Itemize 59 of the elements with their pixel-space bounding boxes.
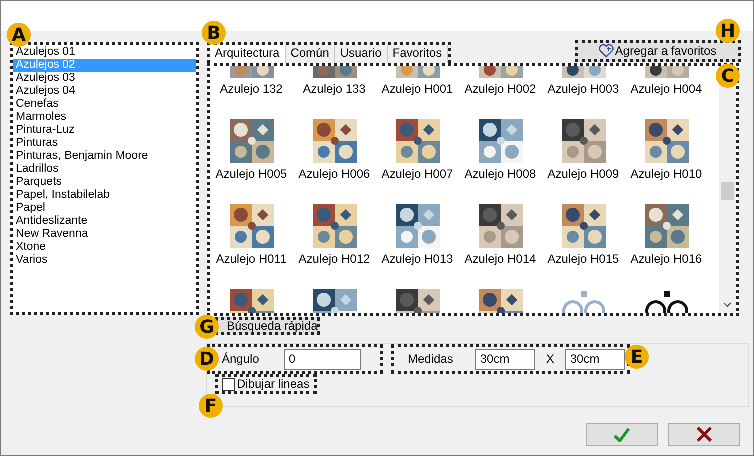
draw-lines-label: Dibujar lineas (237, 377, 310, 391)
tile-label: Azulejo H010 (630, 167, 702, 181)
angle-label: Ángulo (222, 352, 260, 366)
category-item[interactable]: Azulejos 04 (13, 85, 196, 98)
checkbox-box[interactable] (222, 378, 235, 390)
scroll-thumb[interactable] (721, 182, 734, 200)
tile-label: Azulejo H011 (216, 252, 287, 266)
tile-label: Azulejo H004 (630, 82, 702, 96)
tile-label: Azulejo H008 (464, 167, 536, 181)
close-icon (696, 427, 712, 442)
category-item[interactable]: Papel, Instabilelab (13, 189, 196, 202)
category-item[interactable]: Xtone (13, 241, 196, 254)
category-item[interactable]: Marmoles (13, 111, 196, 124)
tab[interactable]: Arquitectura (210, 45, 286, 63)
category-item[interactable]: Antideslizante (13, 215, 196, 228)
height-field[interactable]: 30cm (565, 348, 626, 370)
callout-badge: F (199, 394, 223, 418)
tab[interactable]: Común (286, 45, 336, 63)
callout-badge: G (195, 315, 219, 339)
category-item[interactable]: Azulejos 01 (13, 46, 196, 59)
tile-label: Azulejo H012 (298, 252, 370, 266)
angle-field[interactable]: 0 (284, 348, 361, 370)
tile-label: Azulejo 133 (303, 82, 366, 96)
tile-label: Azulejo H007 (382, 167, 454, 181)
heart-plus-icon (599, 44, 614, 58)
tile-label: Azulejo H001 (382, 82, 454, 96)
category-item[interactable]: Varios (13, 254, 196, 267)
ok-button[interactable] (586, 423, 658, 446)
tile-label: Azulejo H016 (630, 252, 702, 266)
tile-label: Azulejo H013 (382, 252, 454, 266)
tile-label: Azulejo H015 (548, 252, 620, 266)
category-item[interactable]: Pinturas, Benjamin Moore (13, 150, 196, 163)
size-label: Medidas (408, 352, 454, 366)
callout-badge: E (625, 345, 649, 369)
callout-badge: D (195, 347, 219, 371)
quick-search-tab[interactable]: Búsqueda rápida (215, 317, 320, 335)
tile-label: Azulejo H003 (548, 82, 620, 96)
scrollbar[interactable] (719, 66, 736, 313)
cancel-button[interactable] (668, 423, 740, 446)
category-item[interactable]: Pintura-Luz (13, 124, 196, 137)
scroll-down-icon (723, 302, 732, 308)
category-item[interactable]: Pinturas (13, 137, 196, 150)
tile-label: Azulejo 132 (220, 82, 283, 96)
category-item[interactable]: Azulejos 03 (13, 72, 196, 85)
draw-lines-checkbox[interactable]: Dibujar lineas (215, 374, 317, 394)
category-item[interactable]: Ladrillos (13, 163, 196, 176)
category-item[interactable]: Parquets (13, 176, 196, 189)
tile-label: Azulejo H005 (216, 167, 288, 181)
category-item[interactable]: New Ravenna (13, 228, 196, 241)
category-item[interactable]: Cenefas (13, 98, 196, 111)
tile-label: Azulejo H009 (548, 167, 620, 181)
tile-label: Azulejo H002 (464, 82, 536, 96)
times-label: X (546, 352, 554, 366)
category-item[interactable]: Papel (13, 202, 196, 215)
checkmark-icon (614, 428, 630, 442)
tile-label: Azulejo H014 (464, 252, 536, 266)
tile-label: Azulejo H006 (298, 167, 370, 181)
add-favorite-button[interactable]: Agregar a favoritos (575, 40, 741, 62)
width-field[interactable]: 30cm (475, 348, 536, 370)
